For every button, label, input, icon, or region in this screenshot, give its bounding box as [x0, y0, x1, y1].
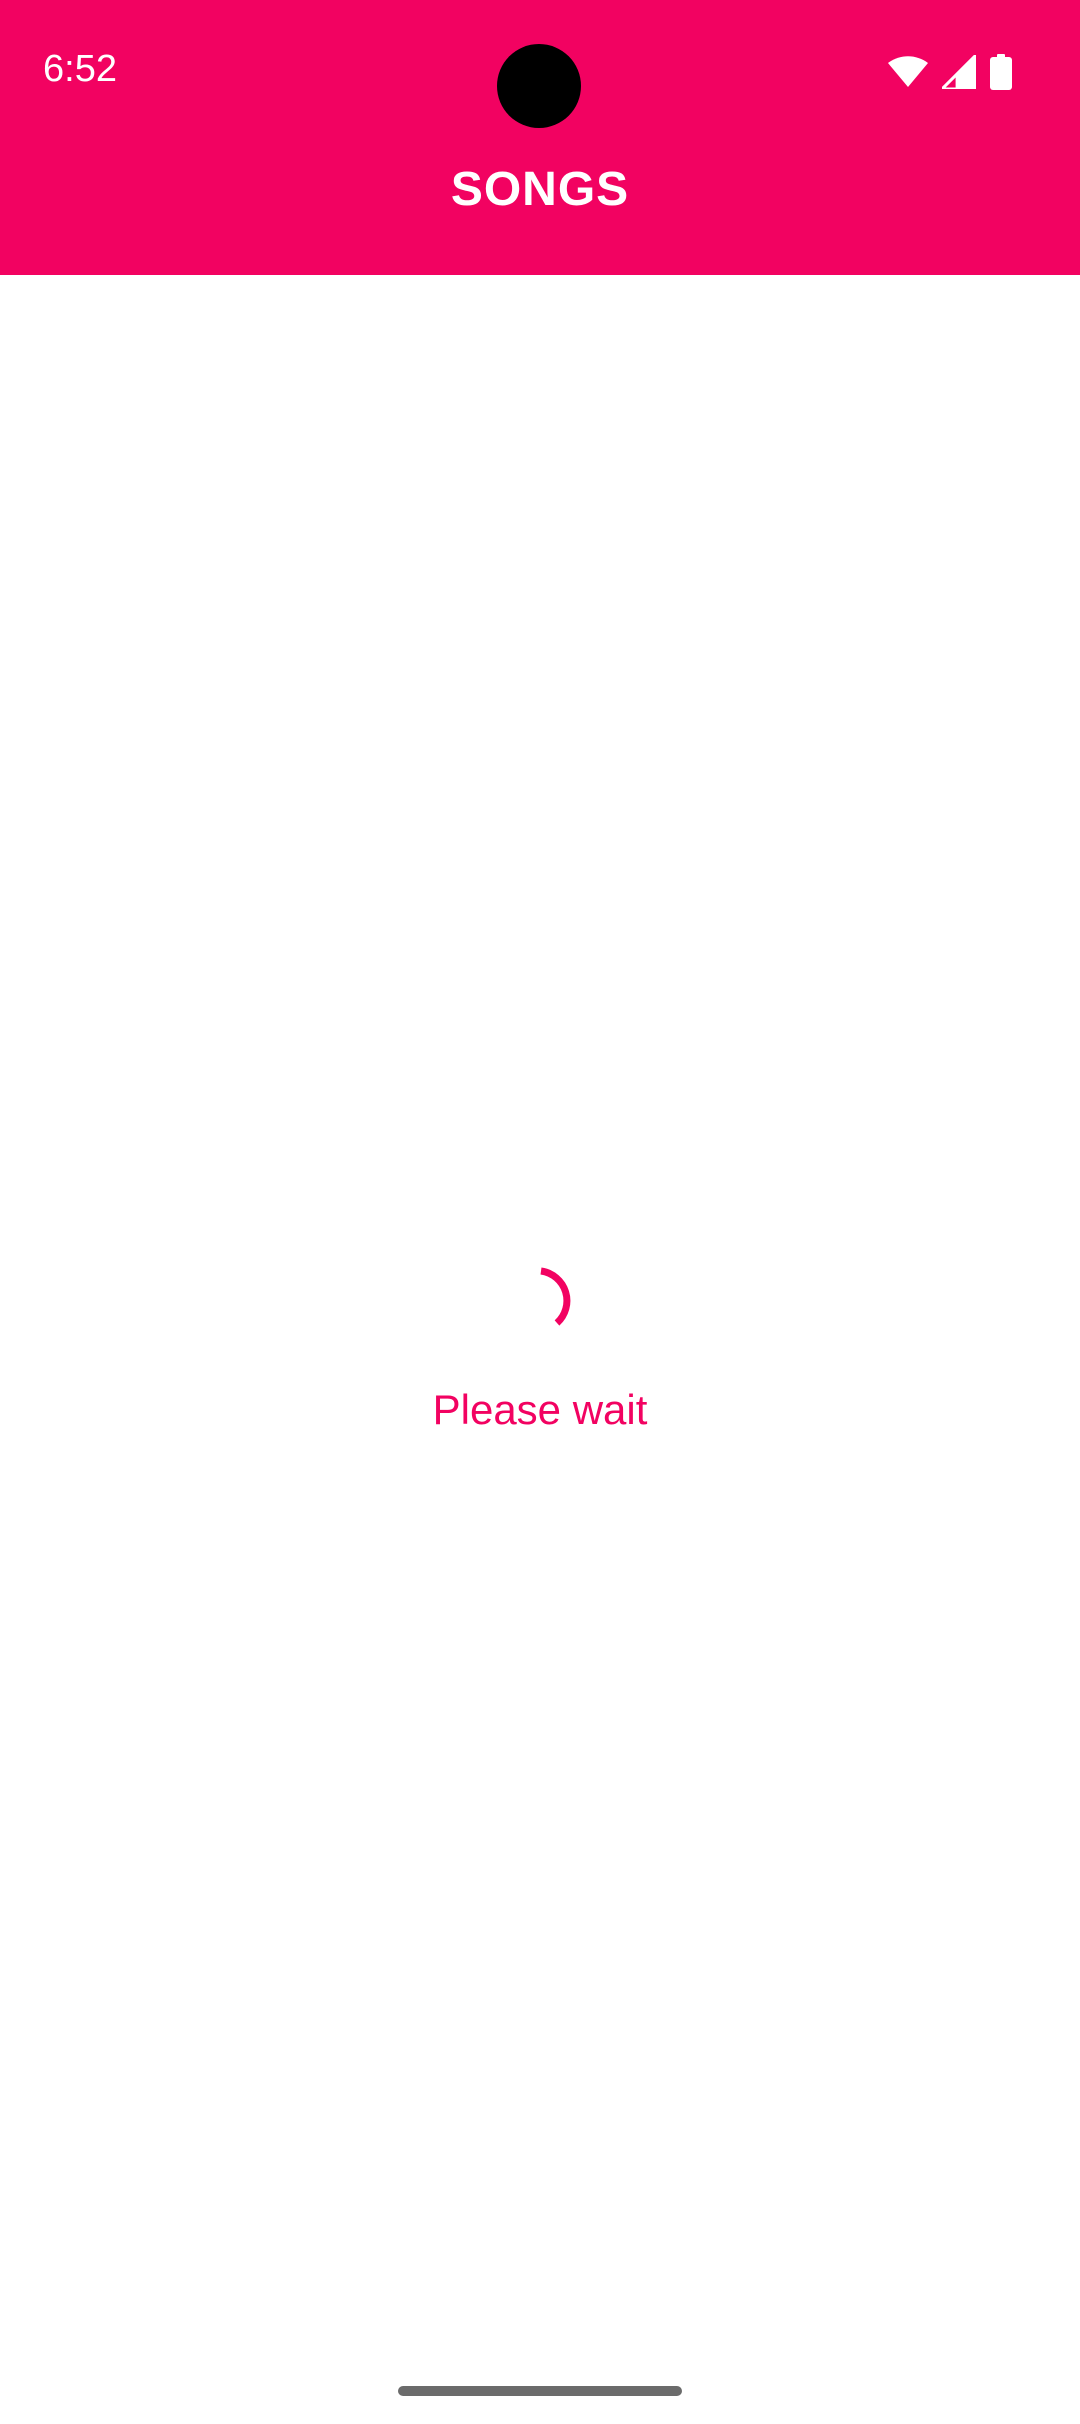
- loading-spinner: [505, 1265, 577, 1337]
- wifi-icon: [888, 56, 928, 88]
- battery-icon: [990, 54, 1012, 90]
- page-title: SONGS: [450, 163, 630, 216]
- front-camera-cutout: [497, 44, 581, 128]
- status-icons: [888, 52, 1012, 92]
- home-indicator[interactable]: [398, 2386, 682, 2396]
- loading-message: Please wait: [432, 1386, 648, 1433]
- cellular-signal-icon: [942, 55, 976, 89]
- songs-screen: 6:52 SONGS Please wait: [0, 0, 1080, 2424]
- status-time: 6:52: [43, 48, 117, 90]
- app-bar: 6:52 SONGS: [0, 0, 1080, 275]
